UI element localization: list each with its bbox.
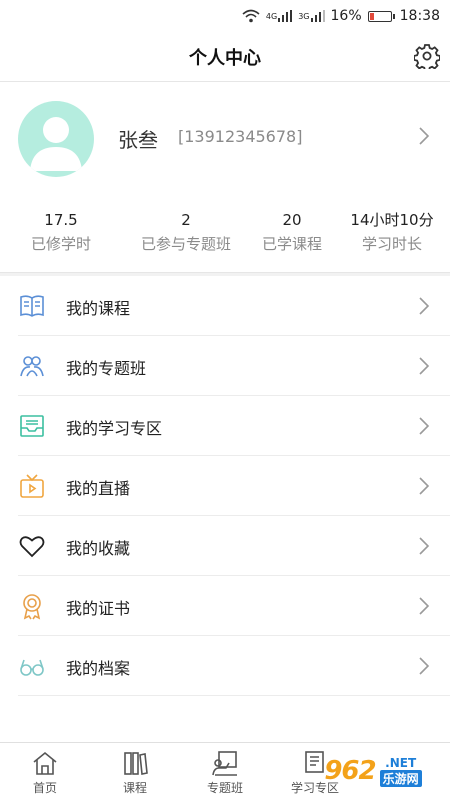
menu-item-my-archive[interactable]: 我的档案 (18, 636, 450, 696)
stat-value: 14小时10分 (350, 211, 434, 229)
books-icon (124, 752, 148, 775)
user-phone: [13912345678] (178, 127, 303, 146)
menu-item-label: 我的课程 (66, 299, 131, 318)
watermark-logo: 962 (324, 756, 376, 786)
status-bar: 4G 3G 16% 18:38 (0, 0, 450, 32)
chevron-right-icon[interactable] (418, 126, 430, 146)
watermark: 962 .NET 乐游网 (300, 746, 446, 796)
chevron-right-icon (419, 357, 430, 375)
chevron-right-icon (419, 417, 430, 435)
menu-item-my-courses[interactable]: 我的课程 (18, 276, 450, 336)
stats-row: 17.5 已修学时 2 已参与专题班 20 已学课程 14小时10分 学习时长 (0, 208, 450, 268)
stat-credit-hours: 17.5 已修学时 (0, 208, 122, 268)
menu-item-label: 我的档案 (66, 659, 131, 678)
stat-value: 20 (282, 211, 302, 229)
chevron-right-icon (419, 537, 430, 555)
stat-label: 学习时长 (361, 235, 422, 253)
chevron-right-icon (419, 297, 430, 315)
chevron-right-icon (419, 657, 430, 675)
watermark-net: .NET (385, 755, 417, 770)
network-type-2: 3G (298, 11, 310, 21)
stat-special-classes: 2 已参与专题班 (122, 208, 250, 268)
gear-icon[interactable] (414, 43, 440, 69)
group-icon (20, 356, 44, 377)
wifi-icon (242, 9, 260, 23)
menu-item-label: 我的专题班 (66, 359, 147, 378)
menu-item-label: 我的直播 (66, 479, 131, 498)
avatar[interactable] (18, 101, 94, 177)
signal-icon: 4G (265, 10, 293, 22)
header: 个人中心 (0, 32, 450, 82)
stat-label: 已学课程 (261, 235, 322, 253)
menu-list: 我的课程 我的专题班 我的学习专区 我的直播 我的收藏 我的证书 我的档案 (0, 276, 450, 696)
stat-label: 已修学时 (30, 235, 91, 253)
home-icon (33, 751, 57, 775)
menu-item-my-favorites[interactable]: 我的收藏 (18, 516, 450, 576)
menu-item-label: 我的收藏 (66, 539, 131, 558)
user-name: 张叁 (118, 128, 158, 152)
tab-courses[interactable]: 课程 (90, 743, 180, 800)
battery-icon (367, 10, 395, 22)
profile-card[interactable]: 张叁 [13912345678] (0, 96, 450, 206)
tab-home[interactable]: 首页 (0, 743, 90, 800)
heart-icon (19, 536, 45, 558)
page-title: 个人中心 (189, 48, 261, 69)
menu-item-my-study-zone[interactable]: 我的学习专区 (18, 396, 450, 456)
menu-item-my-live[interactable]: 我的直播 (18, 456, 450, 516)
stat-courses: 20 已学课程 (250, 208, 334, 268)
chevron-right-icon (419, 477, 430, 495)
tv-icon (20, 474, 44, 498)
tab-label: 首页 (32, 781, 57, 795)
status-time: 18:38 (399, 8, 440, 24)
medal-icon (23, 594, 41, 620)
battery-percent: 16% (330, 8, 362, 24)
menu-item-my-certificates[interactable]: 我的证书 (18, 576, 450, 636)
inbox-icon (20, 415, 44, 437)
tab-label: 课程 (122, 781, 147, 795)
watermark-cn: 乐游网 (379, 769, 422, 787)
stat-value: 17.5 (44, 211, 78, 229)
stat-value: 2 (181, 211, 191, 229)
signal-icon-2: 3G (298, 10, 325, 22)
glasses-icon (20, 659, 44, 676)
user-icon (30, 117, 82, 171)
stat-study-time: 14小时10分 学习时长 (334, 208, 450, 268)
tab-label: 专题班 (206, 781, 243, 795)
tab-special-classes[interactable]: 专题班 (180, 743, 270, 800)
menu-item-my-special-classes[interactable]: 我的专题班 (18, 336, 450, 396)
menu-item-label: 我的学习专区 (66, 419, 163, 438)
book-icon (20, 295, 44, 317)
stat-label: 已参与专题班 (140, 235, 231, 253)
board-icon (212, 751, 237, 776)
chevron-right-icon (419, 597, 430, 615)
menu-item-label: 我的证书 (66, 599, 131, 618)
network-type-1: 4G (265, 11, 278, 21)
